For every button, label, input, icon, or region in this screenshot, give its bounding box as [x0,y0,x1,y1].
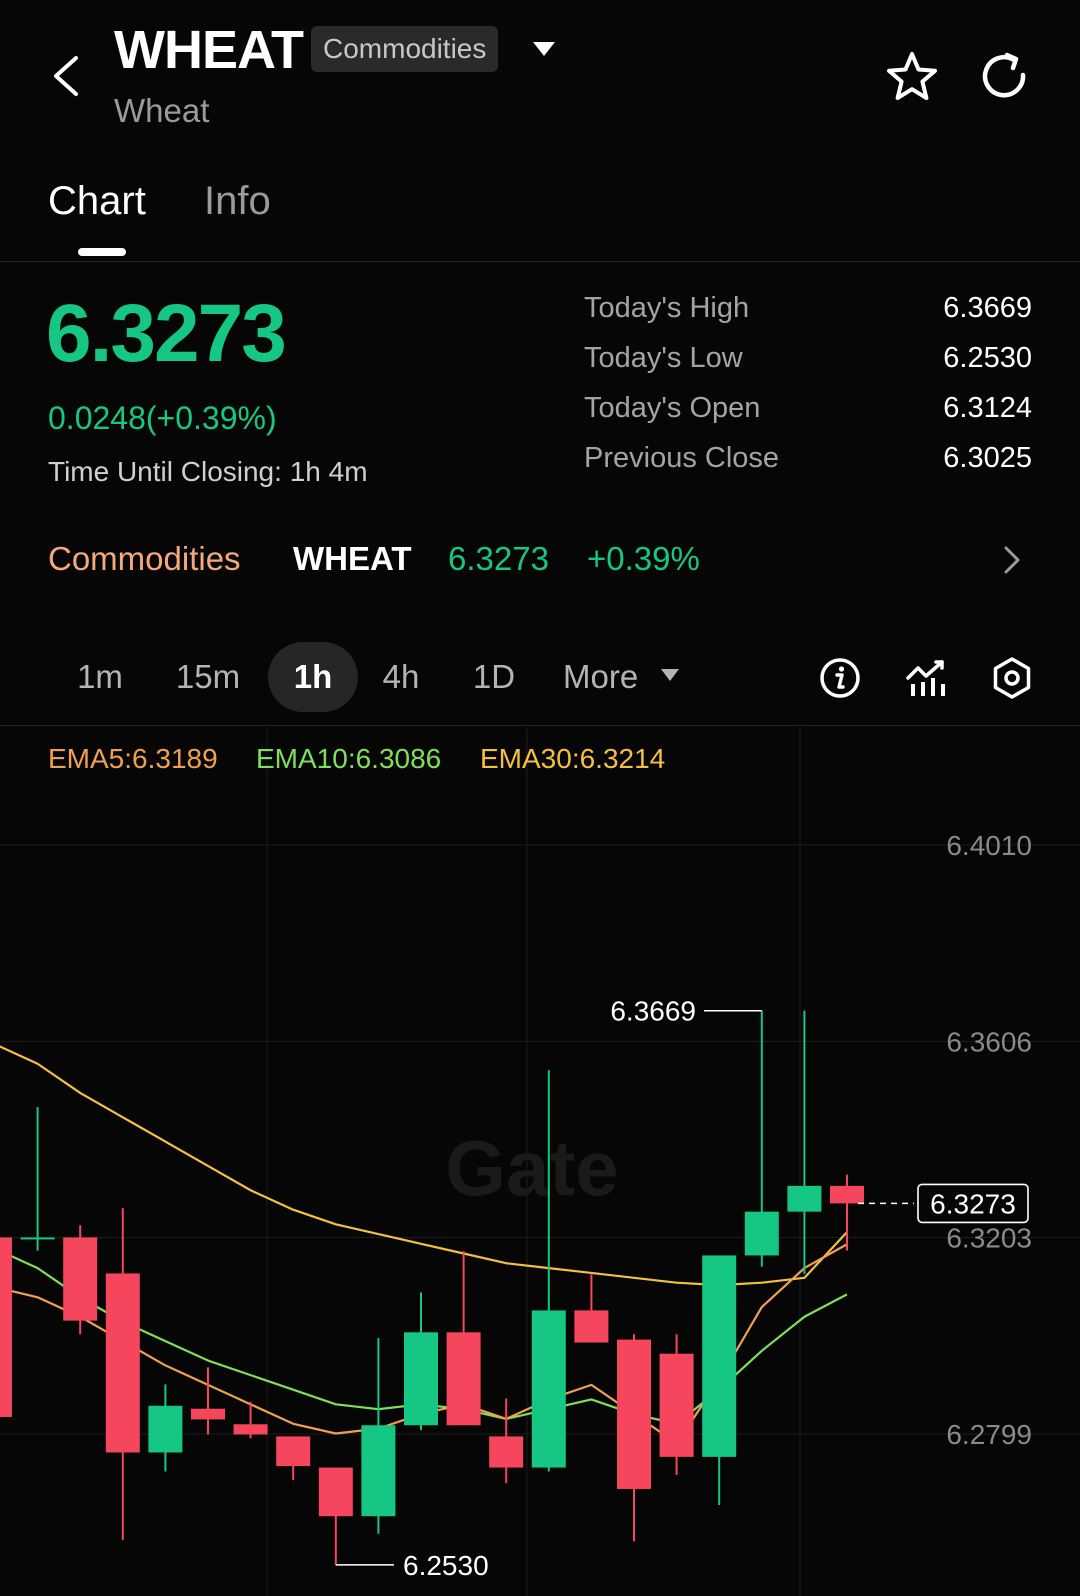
candle-body [404,1332,438,1426]
indicator-chart-icon[interactable] [904,656,948,700]
interval-1h[interactable]: 1h [268,642,358,712]
y-tick-label: 6.4010 [946,830,1032,861]
caret-down-icon[interactable] [530,38,558,62]
y-tick-label: 6.3203 [946,1222,1032,1253]
candle-body [233,1424,268,1435]
stat-row: Today's Open 6.3124 [584,392,1032,442]
candlestick-chart[interactable]: 6.4010 6.3606 6.3203 6.2799 Gate 6.3669 6.2530… [0,727,1080,1596]
settings-hexagon-icon[interactable] [990,656,1034,700]
candle-body [318,1467,353,1517]
refresh-button[interactable] [976,48,1036,108]
candle-body [702,1255,737,1457]
ticker-market: Commodities [48,540,241,577]
candle-body [744,1211,779,1256]
price-change: 0.0248(+0.39%) [48,400,277,436]
stat-label: Today's Low [584,342,743,374]
tab-active-indicator [78,248,126,256]
stat-value: 6.2530 [943,342,1032,374]
candle-body [830,1185,864,1204]
symbol-title: WHEAT [114,20,304,80]
stat-label: Today's High [584,292,750,324]
candle-body [531,1310,566,1468]
ticker-change: +0.39% [587,540,700,577]
stat-value: 6.3025 [943,442,1032,474]
high-marker-label: 6.3669 [610,996,696,1027]
ema5-label: EMA5:6.3189 [48,743,218,774]
tab-chart[interactable]: Chart [48,176,146,226]
stat-value: 6.3669 [943,292,1032,324]
ticker-price: 6.3273 [448,540,549,577]
stat-row: Today's High 6.3669 [584,292,1032,342]
back-button[interactable] [40,48,90,104]
candle-body [361,1425,396,1517]
y-tick-label: 6.2799 [946,1419,1032,1450]
ema30-line [0,1045,848,1287]
candle-body [489,1436,524,1468]
candle-body [574,1310,609,1343]
candle-body [0,1237,12,1417]
instrument-name: Wheat [114,92,210,129]
chevron-right-icon[interactable] [1000,544,1024,576]
last-price-tag-label: 6.3273 [930,1188,1016,1219]
stat-value: 6.3124 [943,392,1032,424]
watermark-logo: Gate [445,1124,618,1212]
refresh-icon [982,52,1026,98]
related-ticker-row[interactable]: Commodities WHEAT 6.3273 +0.39% [0,540,1080,596]
candle-body [148,1405,183,1453]
y-tick-label: 6.3606 [946,1026,1032,1057]
candle-body [105,1273,140,1453]
closing-label: Time Until Closing: [48,456,282,487]
tab-info[interactable]: Info [204,176,271,226]
candle-body [617,1339,651,1489]
candle-body [63,1237,98,1321]
ticker-symbol: WHEAT [293,540,412,577]
time-until-closing: Time Until Closing: 1h 4m [48,456,368,488]
stat-label: Today's Open [584,392,761,424]
info-icon[interactable] [818,656,862,700]
stat-row: Today's Low 6.2530 [584,342,1032,392]
market-badge[interactable]: Commodities [311,26,499,72]
low-marker-label: 6.2530 [403,1550,489,1581]
ema10-label: EMA10:6.3086 [256,743,442,774]
last-price: 6.3273 [46,288,287,379]
interval-15m[interactable]: 15m [162,642,254,712]
star-icon [887,52,937,100]
candle-body [446,1332,481,1426]
interval-1m[interactable]: 1m [60,642,140,712]
caret-down-icon[interactable] [660,668,680,682]
daily-stats: Today's High 6.3669 Today's Low 6.2530 T… [584,292,1032,492]
stat-row: Previous Close 6.3025 [584,442,1032,492]
interval-more[interactable]: More [563,642,638,712]
chevron-left-icon [54,56,78,96]
interval-bar: 1m 15m 1h 4h 1D More [0,638,1080,726]
candle-body [20,1237,55,1240]
candle-body [191,1408,225,1420]
price-chart[interactable]: 6.4010 6.3606 6.3203 6.2799 Gate 6.3669 6.2530… [0,727,1080,1596]
header: WHEAT Commodities Wheat [0,0,1080,160]
tab-bar: Chart Info [0,170,1080,262]
candle-body [659,1353,694,1457]
ema30-label: EMA30:6.3214 [480,743,666,774]
interval-4h[interactable]: 4h [366,642,436,712]
stat-label: Previous Close [584,442,780,474]
candle-body [787,1185,822,1212]
interval-1d[interactable]: 1D [456,642,532,712]
favorite-button[interactable] [882,48,942,108]
closing-value: 1h 4m [289,456,368,487]
candle-body [276,1436,311,1467]
